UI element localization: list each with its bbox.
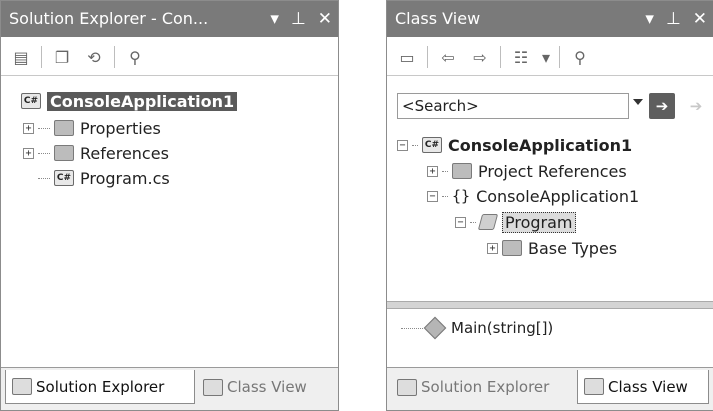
solution-explorer-titlebar: Solution Explorer - Con... ▾ ⊥ ✕ [1,1,338,37]
class-view-tabstrip: Solution Explorer Class View [387,367,713,410]
collapse-icon[interactable]: − [455,216,466,228]
tree-item-label: Project References [478,161,627,181]
solution-explorer-icon [12,378,32,395]
clear-search-button[interactable]: ➔ [683,93,709,119]
tab-class-view[interactable]: Class View [577,370,709,404]
solution-explorer-icon [397,378,417,396]
close-icon[interactable]: ✕ [318,1,332,37]
folder-icon [502,240,522,256]
search-dropdown-icon[interactable] [633,99,643,105]
class-view-title: Class View [395,9,481,28]
search-placeholder: <Search> [402,97,479,115]
tree-item-label: Properties [80,118,161,138]
expand-icon[interactable]: + [23,147,34,159]
toolbar-separator [559,46,560,68]
chevron-down-icon[interactable]: ▾ [541,45,551,69]
tree-root-label: ConsoleApplication1 [47,91,238,111]
window-position-dropdown-icon[interactable]: ▾ [645,1,654,37]
properties-icon[interactable]: ▤ [9,45,33,69]
close-icon[interactable]: ✕ [693,1,707,37]
tree-connector [38,127,50,129]
tree-item-references[interactable]: + References [23,142,169,164]
tab-label: Solution Explorer [36,377,165,396]
toolbar-separator [114,46,115,68]
tree-item-project-references[interactable]: + Project References [427,160,627,182]
csharp-file-icon: C# [54,170,74,186]
tree-connector [442,195,448,197]
tree-item-label: Program.cs [80,168,170,188]
references-folder-icon [54,145,74,161]
solution-explorer-panel: Solution Explorer - Con... ▾ ⊥ ✕ ▤ ❐ ⟲ ⚲… [0,0,339,411]
auto-hide-pin-icon[interactable]: ⊥ [291,1,306,37]
view-class-diagram-icon[interactable]: ⚲ [568,45,592,69]
expand-icon[interactable]: + [427,165,438,177]
tree-item-label: References [80,143,169,163]
view-class-diagram-icon[interactable]: ⚲ [123,45,147,69]
tree-connector [38,177,50,179]
tab-solution-explorer[interactable]: Solution Explorer [5,370,195,404]
member-label: Main(string[]) [451,319,554,337]
csharp-project-icon: C# [21,93,41,109]
namespace-icon: {} [452,187,471,205]
folder-icon [452,163,472,179]
tree-connector [470,221,476,223]
tree-connector [412,144,418,146]
new-folder-icon[interactable]: ▭ [395,45,419,69]
class-view-panel: Class View ▾ ⊥ ✕ ▭ ⇦ ⇨ ☷ ▾ ⚲ <Search> ➔ … [386,0,713,411]
class-view-toolbar: ▭ ⇦ ⇨ ☷ ▾ ⚲ [387,39,713,76]
tree-item-label: Program [502,211,576,233]
tree-root-label: ConsoleApplication1 [448,135,633,155]
forward-arrow-icon[interactable]: ⇨ [468,45,492,69]
tree-connector [442,170,448,172]
solution-explorer-toolbar: ▤ ❐ ⟲ ⚲ [1,39,338,76]
tab-label: Class View [608,377,688,396]
solution-explorer-tabstrip: Solution Explorer Class View [1,367,338,410]
expand-icon[interactable]: + [487,242,498,254]
toolbar-separator [41,46,42,68]
window-position-dropdown-icon[interactable]: ▾ [270,1,279,37]
class-view-window-controls: ▾ ⊥ ✕ [645,1,707,37]
class-view-titlebar: Class View ▾ ⊥ ✕ [387,1,713,37]
tab-class-view[interactable]: Class View [197,370,327,404]
collapse-icon[interactable]: − [427,190,438,202]
method-icon [423,316,447,340]
tree-root-project[interactable]: − C# ConsoleApplication1 [397,134,632,156]
tab-label: Solution Explorer [421,378,550,396]
tab-solution-explorer[interactable]: Solution Explorer [391,370,577,404]
search-go-button[interactable]: ➔ [649,93,675,119]
tree-root-project[interactable]: C# ConsoleApplication1 [21,90,238,112]
tree-item-properties[interactable]: + Properties [23,117,161,139]
member-item-main[interactable]: Main(string[]) [401,316,554,340]
collapse-icon[interactable]: − [397,139,408,151]
tree-item-base-types[interactable]: + Base Types [487,237,617,259]
toolbar-separator [500,46,501,68]
class-view-icon [584,378,604,395]
solution-explorer-title: Solution Explorer - Con... [9,9,209,28]
auto-hide-pin-icon[interactable]: ⊥ [666,1,681,37]
solution-explorer-window-controls: ▾ ⊥ ✕ [270,1,332,37]
csharp-project-icon: C# [422,137,442,153]
properties-folder-icon [54,120,74,136]
toolbar-separator [427,46,428,68]
class-icon [477,214,499,230]
tree-connector [401,327,423,329]
tree-item-program-cs[interactable]: C# Program.cs [23,167,170,189]
pane-splitter[interactable] [387,301,713,309]
tree-item-namespace[interactable]: − {} ConsoleApplication1 [427,185,639,207]
expand-icon[interactable]: + [23,122,34,134]
tree-item-label: Base Types [528,238,618,258]
settings-list-icon[interactable]: ☷ [509,45,533,69]
tree-item-program-class[interactable]: − Program [455,211,576,233]
show-all-files-icon[interactable]: ❐ [50,45,74,69]
search-input[interactable]: <Search> [397,93,629,119]
class-view-icon [203,378,223,396]
refresh-icon[interactable]: ⟲ [82,45,106,69]
tree-connector [38,152,50,154]
back-arrow-icon[interactable]: ⇦ [436,45,460,69]
tree-item-label: ConsoleApplication1 [476,186,640,206]
tab-label: Class View [227,378,307,396]
